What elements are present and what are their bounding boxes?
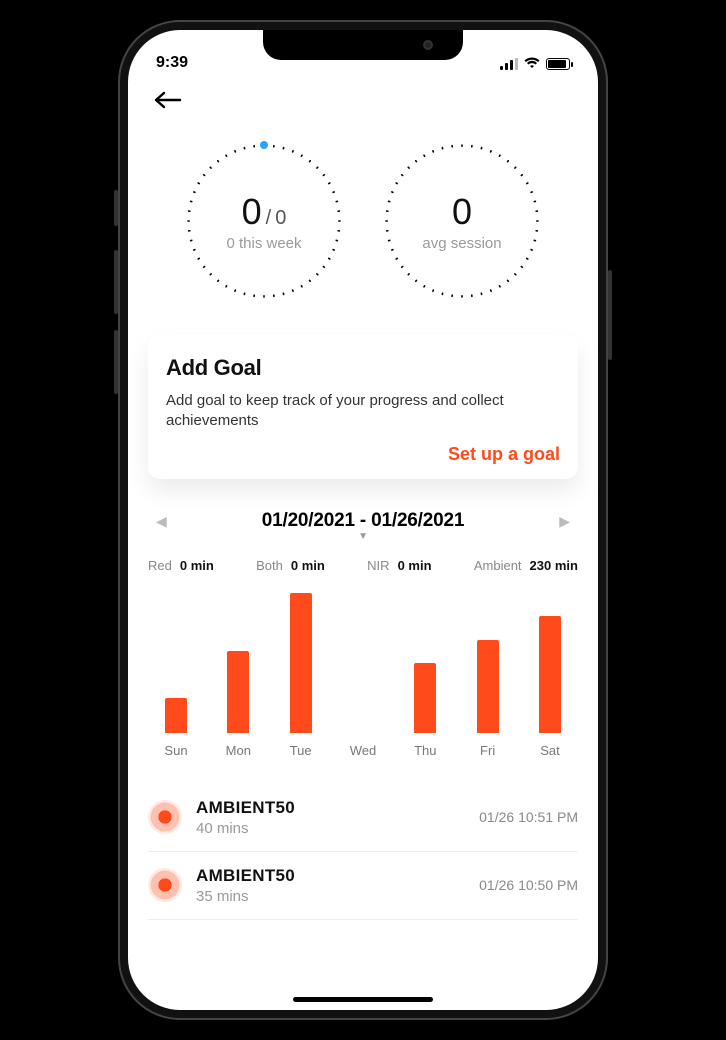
ambient-session-icon xyxy=(148,800,182,834)
legend: Red 0 min Both 0 min NIR 0 min Ambient 2… xyxy=(148,558,578,573)
gauge-tick-ring xyxy=(376,135,548,307)
notch xyxy=(263,30,463,60)
bar-sun xyxy=(154,698,198,733)
bar-fri xyxy=(466,640,510,733)
ambient-session-icon xyxy=(148,868,182,902)
phone-frame: 9:39 xyxy=(118,20,608,1020)
status-time: 9:39 xyxy=(156,54,188,72)
legend-both: Both 0 min xyxy=(256,558,325,573)
chart-label: Sun xyxy=(154,743,198,758)
session-timestamp: 01/26 10:50 PM xyxy=(479,877,578,893)
set-up-goal-link[interactable]: Set up a goal xyxy=(166,444,560,465)
battery-icon xyxy=(546,58,570,70)
next-week-button[interactable]: ▶ xyxy=(553,507,576,536)
add-goal-card: Add Goal Add goal to keep track of your … xyxy=(148,335,578,479)
session-row[interactable]: AMBIENT50 40 mins 01/26 10:51 PM xyxy=(148,784,578,852)
session-timestamp: 01/26 10:51 PM xyxy=(479,809,578,825)
bar-tue xyxy=(279,593,323,733)
session-duration: 40 mins xyxy=(196,820,465,837)
bar-thu xyxy=(403,663,447,733)
gauge-tick-ring xyxy=(178,135,350,307)
chart-label: Mon xyxy=(216,743,260,758)
cellular-signal-icon xyxy=(500,58,518,70)
date-range-label[interactable]: 01/20/2021 - 01/26/2021 ▼ xyxy=(173,510,553,532)
legend-red: Red 0 min xyxy=(148,558,214,573)
home-indicator[interactable] xyxy=(293,997,433,1002)
prev-week-button[interactable]: ◀ xyxy=(150,507,173,536)
weekly-gauge: 0 / 0 0 this week xyxy=(178,135,350,307)
add-goal-body: Add goal to keep track of your progress … xyxy=(166,391,560,432)
session-name: AMBIENT50 xyxy=(196,866,465,886)
date-range-nav: ◀ 01/20/2021 - 01/26/2021 ▼ ▶ xyxy=(148,507,578,536)
bar-sat xyxy=(528,616,572,733)
wifi-icon xyxy=(524,56,540,72)
session-duration: 35 mins xyxy=(196,888,465,905)
progress-marker-icon xyxy=(260,141,268,149)
add-goal-title: Add Goal xyxy=(166,355,560,381)
chart-label: Tue xyxy=(279,743,323,758)
avg-session-gauge: 0 avg session xyxy=(376,135,548,307)
chart-label: Thu xyxy=(403,743,447,758)
dropdown-triangle-icon: ▼ xyxy=(358,531,368,542)
chart-label: Fri xyxy=(466,743,510,758)
back-button[interactable] xyxy=(154,97,182,114)
bar-mon xyxy=(216,651,260,733)
legend-ambient: Ambient 230 min xyxy=(474,558,578,573)
session-name: AMBIENT50 xyxy=(196,798,465,818)
session-row[interactable]: AMBIENT50 35 mins 01/26 10:50 PM xyxy=(148,852,578,920)
legend-nir: NIR 0 min xyxy=(367,558,431,573)
chart-label: Sat xyxy=(528,743,572,758)
chart-label: Wed xyxy=(341,743,385,758)
screen: 9:39 xyxy=(128,30,598,1010)
session-list: AMBIENT50 40 mins 01/26 10:51 PM AMBIENT50 3… xyxy=(148,784,578,920)
weekly-bar-chart: Sun Mon Tue Wed Thu Fri Sat xyxy=(148,583,578,758)
